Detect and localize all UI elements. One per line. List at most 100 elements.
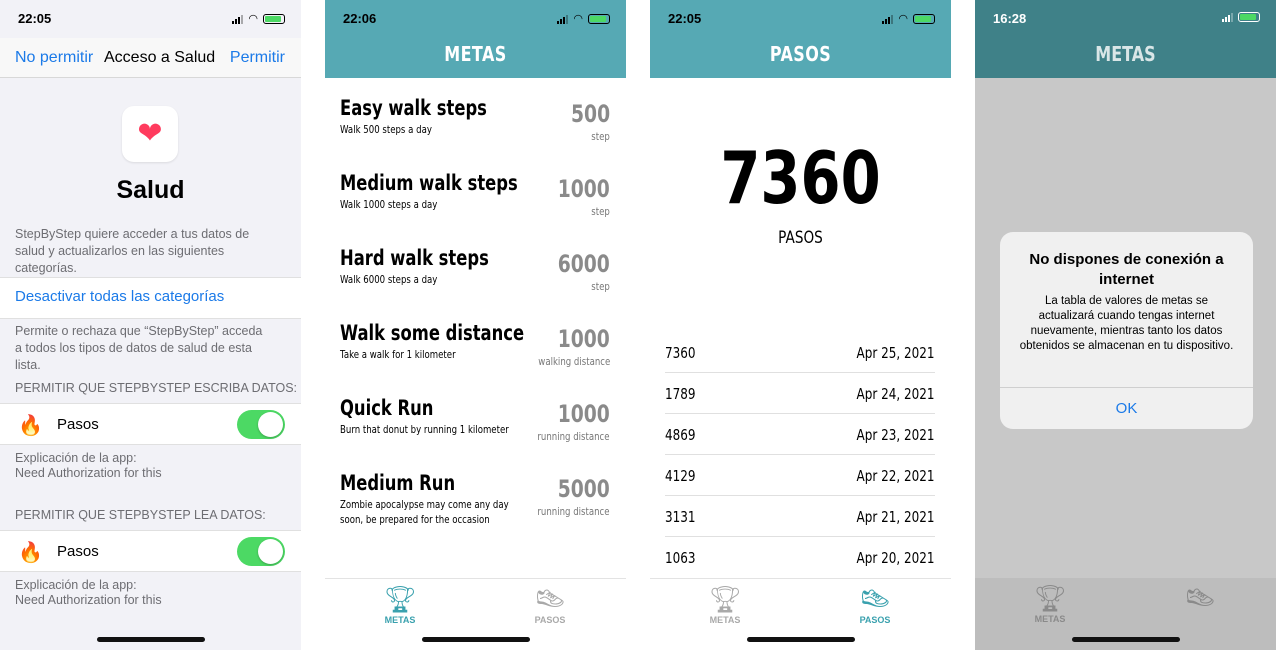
wifi-icon: ◠ [573,13,583,25]
goal-unit: running distance [537,505,610,518]
shoe-icon: 👟︎ [858,584,892,614]
goal-desc: Walk 500 steps a day [340,123,432,136]
disable-all-link[interactable]: Desactivar todas las categorías [15,288,224,305]
disable-all-row[interactable]: Desactivar todas las categorías [0,277,301,319]
goal-unit: step [591,130,610,143]
goal-item[interactable]: Hard walk steps Walk 6000 steps a day 60… [340,246,610,306]
explain-text: Permite o rechaza que “StepByStep” acced… [15,324,263,372]
home-indicator[interactable] [746,637,855,642]
history-row: 1063 Apr 20, 2021 [665,537,935,578]
alert-title: No dispones de conexión a internet [1029,251,1224,288]
total-steps-label: PASOS [778,228,823,248]
goal-value: 500 [570,100,610,128]
history-date: Apr 25, 2021 [856,344,935,362]
goal-title: Easy walk steps [340,96,487,120]
header: 22:05 ◠ PASOS [650,0,951,78]
goal-title: Quick Run [340,396,434,420]
goal-title: Walk some distance [340,321,525,345]
tab-metas[interactable]: 🏆︎ METAS [360,583,440,625]
health-access-screen: 22:05 ◠ No permitir Acceso a Salud Permi… [0,0,301,650]
tab-metas-label: METAS [709,615,741,625]
signal-icon [882,14,894,24]
goal-value: 1000 [557,325,610,353]
goal-unit: step [591,280,610,293]
history-steps: 4129 [665,467,696,485]
read-pasos-label: Pasos [57,543,99,560]
wifi-icon: ◠ [248,13,258,25]
home-indicator[interactable] [1071,637,1180,642]
tab-metas[interactable]: 🏆︎ METAS [685,583,765,625]
signal-icon [557,14,569,24]
goal-item[interactable]: Medium Run Zombie apocalypse may come an… [340,471,610,531]
goal-item[interactable]: Quick Run Burn that donut by running 1 k… [340,396,610,456]
toggle-knob [258,539,283,564]
signal-icon [1222,12,1233,22]
status-icons: ◠ [882,12,935,25]
tab-metas-label: METAS [1034,614,1066,624]
goal-desc: Walk 1000 steps a day [340,198,438,211]
goal-title: Medium walk steps [340,171,518,195]
goal-value: 1000 [557,175,610,203]
shoe-icon: 👟︎ [1183,583,1217,613]
goal-item[interactable]: Easy walk steps Walk 500 steps a day 500… [340,96,610,156]
status-icons [1222,12,1260,22]
write-pasos-row: 🔥 Pasos [0,403,301,445]
history-steps: 1063 [665,549,696,567]
alert-ok-button[interactable]: OK [1000,400,1253,417]
app-title: Salud [116,176,185,204]
goal-title: Hard walk steps [340,246,489,270]
flame-icon: 🔥 [18,542,43,564]
history-date: Apr 20, 2021 [856,549,935,567]
tab-metas[interactable]: 🏆︎ METAS [1010,582,1090,624]
nav-bar: No permitir Acceso a Salud Permitir [0,38,301,78]
deny-button[interactable]: No permitir [15,49,93,67]
tab-pasos[interactable]: 👟︎ [1160,582,1240,614]
status-time: 22:05 [18,11,52,26]
goal-unit: running distance [537,430,610,443]
goal-item[interactable]: Walk some distance Take a walk for 1 kil… [340,321,610,381]
history-date: Apr 23, 2021 [856,426,935,444]
goal-unit: walking distance [538,355,610,368]
goal-value: 1000 [557,400,610,428]
shoe-icon: 👟︎ [533,584,567,614]
battery-icon [263,13,285,24]
battery-icon [913,13,935,24]
status-bar: 16:28 [975,0,1276,38]
toggle-knob [258,412,283,437]
allow-button[interactable]: Permitir [230,49,285,67]
home-indicator[interactable] [421,637,530,642]
tab-pasos[interactable]: 👟︎ PASOS [835,583,915,625]
status-icons: ◠ [232,12,285,25]
history-steps: 3131 [665,508,696,526]
tab-pasos[interactable]: 👟︎ PASOS [510,583,590,625]
write-pasos-toggle[interactable] [237,410,285,439]
goal-unit: step [591,205,610,218]
home-indicator[interactable] [96,637,205,642]
wifi-icon: ◠ [898,13,908,25]
tab-metas-label: METAS [384,615,416,625]
read-section-header: PERMITIR QUE STEPBYSTEP LEA DATOS: [15,508,266,522]
alert-dialog: No dispones de conexión a internet La ta… [1000,232,1253,429]
history-date: Apr 24, 2021 [856,385,935,403]
trophy-icon: 🏆︎ [1033,583,1067,613]
goal-item[interactable]: Medium walk steps Walk 1000 steps a day … [340,171,610,231]
total-steps: 7360 [720,136,881,220]
status-bar: 22:06 ◠ [325,0,626,38]
read-pasos-toggle[interactable] [237,537,285,566]
status-bar: 22:05 ◠ [650,0,951,38]
history-row: 4129 Apr 22, 2021 [665,455,935,496]
signal-icon [232,14,244,24]
trophy-icon: 🏆︎ [708,584,742,614]
battery-icon [1238,12,1260,22]
status-time: 16:28 [993,11,1027,26]
nav-title: Acceso a Salud [104,49,216,66]
status-time: 22:06 [343,11,377,26]
history-row: 3131 Apr 21, 2021 [665,496,935,537]
goal-title: Medium Run [340,471,456,495]
history-steps: 1789 [665,385,696,403]
header-title: METAS [1095,42,1156,66]
intro-text: StepByStep quiere acceder a tus datos de… [15,227,250,275]
goal-desc: Burn that donut by running 1 kilometer [340,423,509,436]
pasos-screen: 22:05 ◠ PASOS 7360 PASOS 7360 Apr 25, 20… [650,0,951,650]
offline-alert-screen: 16:28 METAS No dispones de conexión a in… [975,0,1276,650]
